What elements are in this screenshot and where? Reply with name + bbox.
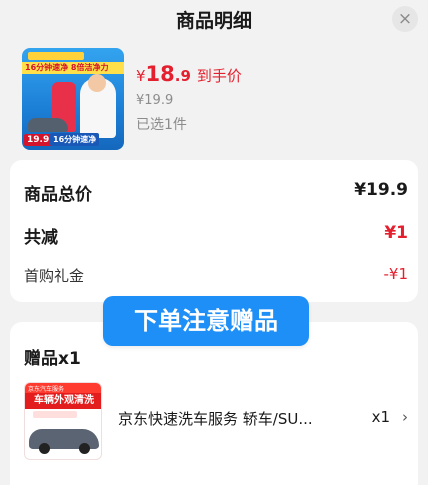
price-tag: 到手价	[196, 67, 242, 85]
product-image-banner: 16分钟速净 8倍洁净力	[22, 62, 124, 74]
gift-image-title: 车辆外观清洗	[25, 393, 101, 409]
gift-notice-banner: 下单注意赠品	[103, 296, 309, 346]
coupon-value: -¥1	[383, 265, 409, 283]
final-price: ¥18.9 到手价	[136, 62, 242, 86]
total-price-label: 商品总价	[24, 185, 92, 205]
gift-title: 赠品x1	[24, 349, 81, 369]
gift-image-subline	[33, 411, 77, 418]
gift-thumbnail[interactable]: 京东汽车服务 车辆外观清洗	[24, 382, 102, 460]
gift-image-brand: 京东汽车服务	[28, 386, 65, 393]
gift-name[interactable]: 京东快速洗车服务 轿车/SU...	[118, 408, 348, 429]
close-icon: ×	[397, 9, 413, 29]
product-image-price: 19.9	[24, 134, 53, 146]
product-image-head	[88, 74, 106, 92]
selected-count: 已选1件	[136, 117, 187, 133]
price-integer: 18	[145, 62, 175, 86]
price-currency: ¥	[136, 67, 146, 85]
product-image-slogan: 16分钟速净	[50, 133, 100, 146]
total-price-value: ¥19.9	[354, 180, 408, 200]
price-summary-card: 商品总价 ¥19.9 共减 ¥1 首购礼金 -¥1	[10, 160, 418, 302]
gift-quantity: x1	[371, 408, 390, 426]
gift-image-wheel	[79, 443, 90, 454]
coupon-label: 首购礼金	[24, 267, 85, 285]
total-reduce-value: ¥1	[384, 223, 408, 243]
close-button[interactable]: ×	[392, 6, 418, 32]
chevron-right-icon[interactable]: ›	[402, 408, 408, 426]
gift-image-wheel	[39, 443, 50, 454]
page-title: 商品明细	[175, 10, 252, 32]
original-price: ¥19.9	[136, 93, 174, 108]
total-reduce-label: 共减	[24, 228, 58, 248]
header: 商品明细 ×	[0, 0, 428, 40]
product-image-topbar	[28, 52, 84, 60]
price-decimal: .9	[174, 67, 191, 85]
product-image-car	[28, 118, 68, 132]
gift-card: 赠品x1 京东汽车服务 车辆外观清洗 京东快速洗车服务 轿车/SU... x1 …	[10, 322, 418, 485]
product-thumbnail[interactable]: 16分钟速净 8倍洁净力 19.9 16分钟速净	[22, 48, 124, 150]
